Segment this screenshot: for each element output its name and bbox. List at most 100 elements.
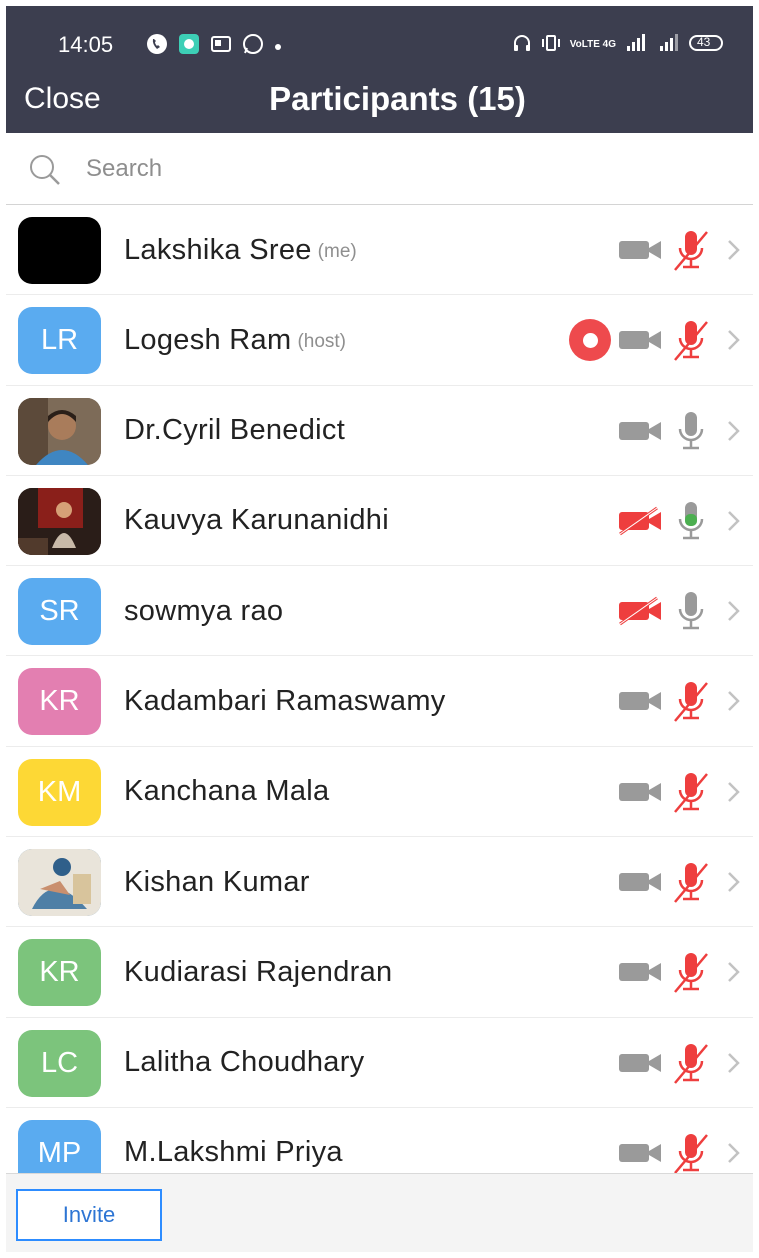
- network-type-label: VoLTE 4G: [569, 39, 616, 50]
- headset-icon: [512, 34, 532, 55]
- footer-bar: Invite: [6, 1173, 753, 1252]
- mic-muted-icon: [671, 950, 711, 994]
- vibrate-icon: [541, 34, 561, 55]
- mic-muted-icon: [671, 1131, 711, 1173]
- participant-role-tag: (host): [297, 330, 347, 352]
- participant-name: Lakshika Sree: [124, 233, 312, 266]
- mic-muted-icon: [671, 679, 711, 723]
- video-camera-icon: [617, 235, 665, 265]
- search-bar[interactable]: [6, 133, 753, 205]
- avatar: KR: [18, 668, 101, 736]
- page-title: Participants (15): [269, 80, 526, 117]
- avatar-initials: KR: [39, 956, 80, 989]
- invite-button[interactable]: Invite: [16, 1189, 162, 1241]
- chevron-right-icon[interactable]: [723, 868, 743, 896]
- mic-icon: [671, 589, 711, 633]
- participant-list: Lakshika Sree (me) LR Logesh Ram (host) Dr.Cy…: [6, 205, 753, 1173]
- avatar-initials: LR: [40, 324, 79, 357]
- avatar: SR: [18, 578, 101, 646]
- participant-row[interactable]: KR Kudiarasi Rajendran: [6, 927, 753, 1018]
- participant-row[interactable]: KM Kanchana Mala: [6, 747, 753, 838]
- participant-row[interactable]: Kishan Kumar: [6, 837, 753, 928]
- chevron-right-icon[interactable]: [723, 1049, 743, 1077]
- system-status-icons: VoLTE 4G 43: [512, 34, 725, 55]
- avatar-initials: MP: [37, 1136, 82, 1169]
- video-camera-icon: [617, 777, 665, 807]
- battery-level: 43: [697, 35, 711, 49]
- participant-name: Kadambari Ramaswamy: [124, 684, 446, 717]
- mic-active-icon: [671, 499, 711, 543]
- participant-name: sowmya rao: [124, 594, 284, 627]
- video-camera-icon: [617, 957, 665, 987]
- search-input[interactable]: [86, 151, 686, 187]
- video-camera-icon: [617, 1138, 665, 1168]
- mic-muted-icon: [671, 770, 711, 814]
- participant-row[interactable]: Lakshika Sree (me): [6, 205, 753, 296]
- chevron-right-icon[interactable]: [723, 417, 743, 445]
- avatar-photo: [18, 397, 101, 465]
- avatar: KM: [18, 758, 101, 826]
- mic-muted-icon: [671, 1041, 711, 1085]
- participant-name: Lalitha Choudhary: [124, 1046, 365, 1079]
- participant-name: Kishan Kumar: [124, 865, 310, 898]
- participant-name: M.Lakshmi Priya: [124, 1136, 343, 1169]
- video-off-icon: [617, 506, 665, 536]
- news-app-icon: [210, 33, 232, 60]
- mic-muted-icon: [671, 318, 711, 362]
- participant-row[interactable]: SR sowmya rao: [6, 566, 753, 657]
- participant-name: Dr.Cyril Benedict: [124, 414, 346, 447]
- participant-row[interactable]: Dr.Cyril Benedict: [6, 386, 753, 476]
- chevron-right-icon[interactable]: [723, 687, 743, 715]
- participant-row[interactable]: KR Kadambari Ramaswamy: [6, 656, 753, 747]
- avatar: [18, 217, 101, 284]
- chevron-right-icon[interactable]: [723, 1139, 743, 1167]
- video-off-icon: [617, 596, 665, 626]
- chevron-right-icon[interactable]: [723, 597, 743, 625]
- more-notifications-dot-icon: [274, 38, 282, 56]
- avatar-photo: [18, 487, 101, 555]
- participant-row[interactable]: LC Lalitha Choudhary: [6, 1018, 753, 1108]
- signal-strength-roaming-icon: [656, 34, 680, 55]
- participant-name: Kauvya Karunanidhi: [124, 504, 389, 537]
- chevron-right-icon[interactable]: [723, 326, 743, 354]
- avatar: MP: [18, 1119, 101, 1173]
- avatar-initials: LC: [40, 1046, 79, 1079]
- participant-row[interactable]: Kauvya Karunanidhi: [6, 476, 753, 567]
- participant-name: Kanchana Mala: [124, 775, 330, 808]
- video-camera-icon: [617, 686, 665, 716]
- chevron-right-icon[interactable]: [723, 507, 743, 535]
- status-bar: 14:05 VoLTE 4G 43: [6, 6, 753, 70]
- participant-row[interactable]: LR Logesh Ram (host): [6, 295, 753, 386]
- search-icon: [28, 153, 62, 187]
- participant-row[interactable]: MP M.Lakshmi Priya: [6, 1108, 753, 1173]
- participant-name: Kudiarasi Rajendran: [124, 955, 393, 988]
- avatar-initials: SR: [39, 595, 80, 628]
- battery-icon: 43: [689, 34, 725, 55]
- avatar-initials: KR: [39, 685, 80, 718]
- chevron-right-icon[interactable]: [723, 778, 743, 806]
- avatar: KR: [18, 939, 101, 1007]
- avatar-initials: KM: [37, 775, 82, 808]
- notification-icons: [146, 33, 282, 60]
- mic-muted-icon: [671, 860, 711, 904]
- phone-call-icon: [146, 33, 168, 60]
- mic-muted-icon: [671, 228, 711, 272]
- avatar: LR: [18, 307, 101, 375]
- video-camera-icon: [617, 416, 665, 446]
- avatar: LC: [18, 1029, 101, 1097]
- top-bar: 14:05 VoLTE 4G 43 Close Participants (15…: [6, 6, 753, 133]
- chevron-right-icon[interactable]: [723, 958, 743, 986]
- recording-icon: [569, 319, 611, 362]
- avatar-photo: [18, 849, 101, 917]
- chevron-right-icon[interactable]: [723, 236, 743, 264]
- video-camera-icon: [617, 867, 665, 897]
- status-time: 14:05: [58, 32, 114, 57]
- signal-strength-icon: [625, 34, 647, 55]
- participant-role-tag: (me): [317, 240, 357, 262]
- mic-icon: [671, 409, 711, 453]
- video-camera-icon: [617, 325, 665, 355]
- participant-name: Logesh Ram: [124, 323, 292, 356]
- chat-app-icon: [178, 33, 200, 60]
- video-camera-icon: [617, 1048, 665, 1078]
- whatsapp-icon: [242, 33, 264, 60]
